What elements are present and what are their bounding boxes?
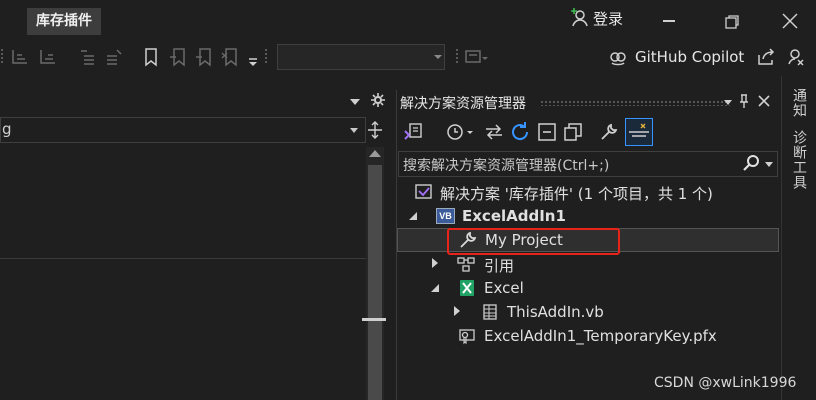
watermark: CSDN @xwLink1996: [654, 375, 797, 391]
share-icon[interactable]: [756, 47, 775, 67]
pending-changes-filter-icon[interactable]: [445, 122, 475, 142]
chevron-down-icon[interactable]: [350, 128, 358, 133]
comment-out-icon[interactable]: [78, 47, 96, 67]
sign-in-button[interactable]: 登录: [593, 8, 623, 29]
chevron-down-icon[interactable]: [724, 100, 732, 105]
highlight-annotation: [447, 228, 620, 255]
sync-with-active-document-icon[interactable]: [484, 123, 504, 141]
tree-item-tempkey[interactable]: ExcelAddIn1_TemporaryKey.pfx: [397, 324, 779, 348]
uncomment-icon[interactable]: [104, 47, 122, 67]
references-icon: [456, 255, 478, 273]
tree-item-label: ThisAddIn.vb: [507, 303, 604, 321]
chevron-down-icon[interactable]: [765, 162, 773, 167]
collapsed-icon[interactable]: [432, 258, 438, 268]
tree-item-label: 引用: [484, 257, 515, 275]
copilot-button[interactable]: GitHub Copilot: [635, 48, 744, 66]
gear-icon[interactable]: [371, 93, 385, 107]
toolbar-dropdown[interactable]: [277, 44, 445, 70]
properties-wrench-icon[interactable]: [599, 122, 619, 142]
excel-icon: [459, 279, 475, 297]
collapsed-icon[interactable]: [454, 306, 460, 316]
tree-item-thisaddin[interactable]: ThisAddIn.vb: [397, 300, 779, 324]
tab-diagnostic-tools[interactable]: 诊断工具: [789, 130, 809, 190]
title-bar: [0, 0, 816, 40]
clear-bookmarks-icon[interactable]: [220, 47, 238, 67]
solution-explorer-title: 解决方案资源管理器: [400, 96, 526, 112]
next-bookmark-icon[interactable]: [194, 47, 212, 67]
scroll-marker: [362, 318, 386, 321]
member-dropdown-value: g: [2, 120, 12, 138]
pin-icon[interactable]: [738, 94, 750, 108]
editor-divider: [0, 258, 366, 259]
project-name-tab[interactable]: 库存插件: [27, 8, 101, 35]
solution-icon: [414, 183, 434, 201]
scroll-up-icon[interactable]: [369, 150, 381, 157]
window-layout-icon[interactable]: [464, 47, 488, 67]
close-icon[interactable]: [758, 95, 770, 107]
panel-grip[interactable]: [540, 100, 730, 106]
switch-views-icon[interactable]: [402, 122, 424, 142]
prev-bookmark-icon[interactable]: [168, 47, 186, 67]
expanded-icon[interactable]: [409, 212, 417, 220]
toolbar-overflow-icon[interactable]: [246, 47, 264, 67]
sign-in-icon[interactable]: [570, 8, 588, 28]
side-tool-tabs: [781, 76, 816, 400]
tree-item-label: ExcelAddIn1: [462, 207, 566, 225]
show-all-files-icon[interactable]: [563, 122, 583, 142]
vb-file-icon: [481, 303, 499, 321]
search-icon[interactable]: [742, 154, 760, 172]
close-window-icon[interactable]: [782, 13, 798, 29]
minimize-icon[interactable]: [663, 20, 675, 22]
chevron-down-icon[interactable]: [350, 99, 360, 105]
tree-item-excel[interactable]: Excel: [397, 276, 779, 300]
copilot-icon[interactable]: [608, 47, 628, 67]
format-align-icon[interactable]: [38, 47, 56, 67]
tree-item-label: 解决方案 '库存插件' (1 个项目，共 1 个): [440, 185, 713, 203]
tree-item-solution[interactable]: 解决方案 '库存插件' (1 个项目，共 1 个): [397, 180, 779, 204]
solution-search-placeholder: 搜索解决方案资源管理器(Ctrl+;): [403, 158, 610, 174]
restore-icon[interactable]: [725, 15, 739, 29]
feedback-icon[interactable]: [786, 47, 804, 67]
tree-item-label: ExcelAddIn1_TemporaryKey.pfx: [484, 327, 717, 345]
preview-selected-items-button[interactable]: [625, 118, 653, 146]
tab-notifications[interactable]: 通知: [789, 88, 809, 118]
refresh-icon[interactable]: [509, 121, 531, 143]
scrollbar-thumb[interactable]: [368, 165, 382, 400]
collapse-all-icon[interactable]: [537, 122, 557, 142]
tree-item-label: Excel: [484, 279, 524, 297]
chevron-down-icon[interactable]: [434, 55, 442, 59]
editor-header: [0, 90, 392, 114]
vb-project-icon: VB: [436, 208, 455, 224]
certificate-icon: [458, 327, 478, 345]
bookmark-icon[interactable]: [142, 47, 160, 67]
tree-item-references[interactable]: 引用: [397, 252, 779, 276]
format-left-icon[interactable]: [10, 47, 28, 67]
member-dropdown[interactable]: [0, 117, 366, 143]
tree-item-project[interactable]: VB ExcelAddIn1: [397, 204, 779, 228]
split-icon[interactable]: [367, 121, 383, 139]
expanded-icon[interactable]: [431, 284, 439, 292]
